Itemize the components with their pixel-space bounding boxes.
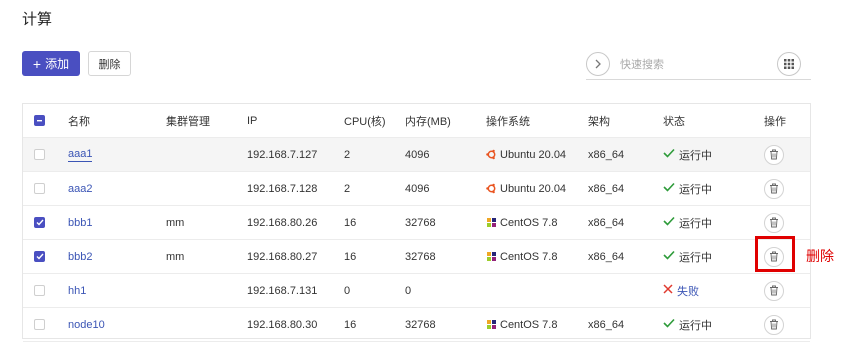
row-checkbox[interactable]	[34, 319, 45, 330]
row-checkbox[interactable]	[34, 217, 45, 228]
cell-cpu: 16	[344, 250, 357, 263]
column-header-ip[interactable]: IP	[247, 104, 257, 137]
vm-name-link[interactable]: node10	[68, 319, 105, 331]
column-header-cluster[interactable]: 集群管理	[166, 104, 210, 137]
add-button-label: 添加	[45, 57, 70, 71]
column-header-arch[interactable]: 架构	[588, 104, 610, 137]
cell-mem: 4096	[405, 148, 430, 161]
status-badge: 运行中	[663, 249, 712, 265]
status-badge: 运行中	[663, 147, 712, 163]
ubuntu-icon	[486, 183, 497, 194]
ubuntu-icon	[486, 149, 497, 160]
status-badge: 运行中	[663, 317, 712, 333]
cell-cpu: 16	[344, 318, 357, 331]
trash-icon[interactable]	[764, 314, 784, 335]
status-text: 失败	[677, 285, 699, 298]
grid-icon[interactable]	[777, 52, 801, 76]
status-text: 运行中	[679, 319, 712, 332]
row-checkbox[interactable]	[34, 183, 45, 194]
status-text: 运行中	[679, 183, 712, 196]
cell-ip: 192.168.80.30	[247, 318, 318, 331]
cell-arch: x86_64	[588, 250, 625, 263]
column-header-os[interactable]: 操作系统	[486, 104, 530, 137]
os-label: CentOS 7.8	[500, 216, 558, 229]
select-all-checkbox[interactable]	[34, 115, 45, 126]
highlight-box	[755, 236, 795, 272]
vm-name-link[interactable]: bbb2	[68, 251, 92, 263]
table-row[interactable]: hh1 192.168.7.131 0 0 失败	[23, 274, 810, 308]
row-checkbox[interactable]	[34, 251, 45, 262]
table-header: 名称 集群管理 IP CPU(核) 内存(MB) 操作系统 架构 状态 操作	[23, 104, 810, 138]
close-icon	[663, 284, 673, 297]
column-header-actions: 操作	[764, 115, 786, 128]
table-row[interactable]: aaa1 192.168.7.127 2 4096 Ubuntu 20.04 x86_64…	[23, 138, 810, 172]
cell-cluster: mm	[166, 216, 185, 229]
plus-icon: +	[32, 55, 42, 72]
cell-cpu: 16	[344, 216, 357, 229]
cell-mem: 0	[405, 284, 412, 297]
trash-icon[interactable]	[764, 144, 784, 165]
cell-mem: 32768	[405, 250, 436, 263]
vm-name-link[interactable]: aaa2	[68, 183, 92, 195]
cell-ip: 192.168.80.26	[247, 216, 318, 229]
status-text: 运行中	[679, 217, 712, 230]
cell-arch: x86_64	[588, 148, 625, 161]
cell-mem: 32768	[405, 318, 436, 331]
column-header-cpu[interactable]: CPU(核)	[344, 104, 386, 137]
check-icon	[663, 182, 675, 195]
status-badge: 运行中	[663, 181, 712, 197]
cell-ip: 192.168.7.127	[247, 148, 318, 161]
chevron-right-icon[interactable]	[586, 52, 610, 76]
cell-ip: 192.168.7.131	[247, 284, 318, 297]
cell-cpu: 2	[344, 182, 351, 195]
os-label: CentOS 7.8	[500, 318, 558, 331]
cell-cpu: 0	[344, 284, 351, 297]
trash-icon[interactable]	[764, 178, 784, 199]
annotation-label: 删除	[806, 248, 834, 264]
row-checkbox[interactable]	[34, 149, 45, 160]
centos-icon	[486, 319, 497, 330]
table-row[interactable]: aaa2 192.168.7.128 2 4096 Ubuntu 20.04 x86_64…	[23, 172, 810, 206]
table-row[interactable]: node10 192.168.80.30 16 32768 CentOS 7.8 x86_…	[23, 308, 810, 342]
search-input[interactable]	[618, 54, 772, 76]
cell-ip: 192.168.80.27	[247, 250, 318, 263]
cell-mem: 32768	[405, 216, 436, 229]
cell-arch: x86_64	[588, 182, 625, 195]
column-header-status[interactable]: 状态	[663, 104, 685, 137]
cell-arch: x86_64	[588, 216, 625, 229]
check-icon	[663, 318, 675, 331]
column-header-name[interactable]: 名称	[68, 104, 90, 137]
cell-cluster: mm	[166, 250, 185, 263]
cell-mem: 4096	[405, 182, 430, 195]
status-text: 运行中	[679, 251, 712, 264]
os-label: CentOS 7.8	[500, 250, 558, 263]
check-icon	[663, 250, 675, 263]
check-icon	[663, 148, 675, 161]
os-label: Ubuntu 20.04	[500, 148, 567, 161]
column-header-memory[interactable]: 内存(MB)	[405, 104, 451, 137]
vm-name-link[interactable]: aaa1	[68, 148, 93, 162]
os-label: Ubuntu 20.04	[500, 182, 567, 195]
centos-icon	[486, 251, 497, 262]
cell-ip: 192.168.7.128	[247, 182, 318, 195]
row-checkbox[interactable]	[34, 285, 45, 296]
cell-arch: x86_64	[588, 318, 625, 331]
page-title: 计算	[22, 11, 53, 28]
delete-button[interactable]: 删除	[88, 51, 131, 76]
vm-name-link[interactable]: hh1	[68, 285, 86, 297]
trash-icon[interactable]	[764, 212, 784, 233]
check-icon	[663, 216, 675, 229]
table-row[interactable]: bbb2 mm 192.168.80.27 16 32768 CentOS 7.8 x86_…	[23, 240, 810, 274]
centos-icon	[486, 217, 497, 228]
status-badge: 失败	[663, 283, 699, 299]
status-badge: 运行中	[663, 215, 712, 231]
table-row[interactable]: bbb1 mm 192.168.80.26 16 32768 CentOS 7.8 x86_…	[23, 206, 810, 240]
status-text: 运行中	[679, 149, 712, 162]
vm-table: 名称 集群管理 IP CPU(核) 内存(MB) 操作系统 架构 状态 操作 a…	[22, 103, 811, 342]
vm-name-link[interactable]: bbb1	[68, 217, 92, 229]
trash-icon[interactable]	[764, 280, 784, 301]
add-button[interactable]: + 添加	[22, 51, 80, 76]
cell-cpu: 2	[344, 148, 351, 161]
